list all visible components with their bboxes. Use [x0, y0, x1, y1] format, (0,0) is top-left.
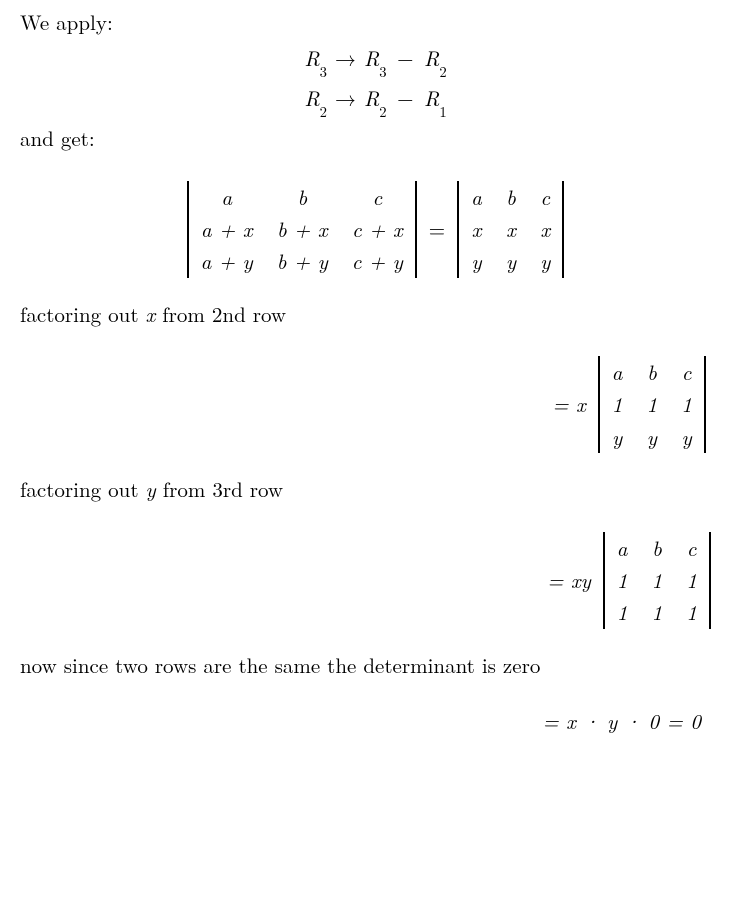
equation-1: abc a + xb + xc + x a + yb + yc + y = ab…: [20, 181, 731, 278]
equation-3: = xy abc 111 111: [20, 532, 731, 629]
and-get-text: and get:: [20, 124, 731, 152]
det-left-1: abc a + xb + xc + x a + yb + yc + y: [187, 181, 417, 278]
coef-xy: = xy: [547, 566, 591, 594]
intro-text: We apply:: [20, 8, 731, 36]
final-eq: = x · y · 0 = 0: [543, 707, 701, 735]
factor-y-text: factoring out y from 3rd row: [20, 475, 731, 503]
coef-x: = x: [552, 390, 585, 418]
det-2: abc 111 yyy: [598, 356, 706, 453]
zero-text: now since two rows are the same the dete…: [20, 651, 731, 679]
factor-x-text: factoring out x from 2nd row: [20, 300, 731, 328]
row-op-2: R2 → R2 − R1: [20, 84, 731, 116]
equals-sign: =: [429, 215, 445, 243]
row-op-1: R3 → R3 − R2: [20, 44, 731, 76]
det-3: abc 111 111: [603, 532, 711, 629]
det-right-1: abc xxx yyy: [457, 181, 564, 278]
equation-2: = x abc 111 yyy: [20, 356, 731, 453]
equation-final: = x · y · 0 = 0: [20, 707, 731, 735]
